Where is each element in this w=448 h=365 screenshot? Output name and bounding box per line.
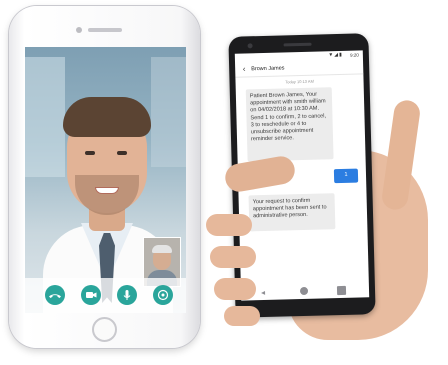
nav-recents-icon[interactable] (336, 285, 347, 296)
nav-home-icon[interactable] (299, 286, 309, 296)
call-controls-bar (25, 278, 186, 313)
patient-hair (152, 245, 172, 253)
status-time: 9:20 (350, 52, 359, 58)
video-call-screen (25, 47, 186, 313)
background-window (25, 57, 65, 177)
doctor-eye (117, 151, 127, 155)
contact-name: Brown James (251, 65, 285, 73)
front-camera (247, 43, 253, 49)
earpiece-speaker (283, 42, 312, 47)
conversation-header: ‹ Brown James (235, 59, 364, 78)
hand-finger (224, 306, 260, 326)
back-arrow-icon[interactable]: ‹ (239, 64, 249, 74)
video-camera-icon (86, 292, 97, 298)
front-camera (76, 27, 82, 33)
mute-button[interactable] (117, 285, 137, 305)
background-window (151, 57, 186, 167)
home-button[interactable] (92, 317, 117, 342)
nav-back-icon[interactable]: ◂ (261, 288, 270, 297)
video-toggle-button[interactable] (81, 285, 101, 305)
outgoing-message: 1 (333, 168, 359, 184)
phone-icon (49, 294, 61, 298)
incoming-message: Patient Brown James, Your appointment wi… (245, 87, 334, 162)
hand-finger (206, 214, 252, 236)
android-nav-bar: ◂ (241, 282, 369, 300)
hangup-button[interactable] (45, 285, 65, 305)
hand-finger (214, 278, 256, 300)
switch-camera-button[interactable] (153, 285, 173, 305)
camera-switch-icon (157, 289, 169, 301)
doctor-eye (85, 151, 95, 155)
signal-battery-icon: ▼◢▮ (328, 51, 343, 59)
doctor-hair (63, 97, 151, 137)
hand-finger (210, 246, 256, 268)
message-timestamp: Today 10:13 AM (285, 78, 314, 85)
doctor-smile (95, 187, 119, 194)
earpiece-speaker (88, 28, 122, 32)
left-phone (9, 6, 200, 348)
microphone-icon (123, 290, 131, 300)
incoming-message: Your request to confirm appointment has … (248, 193, 336, 232)
